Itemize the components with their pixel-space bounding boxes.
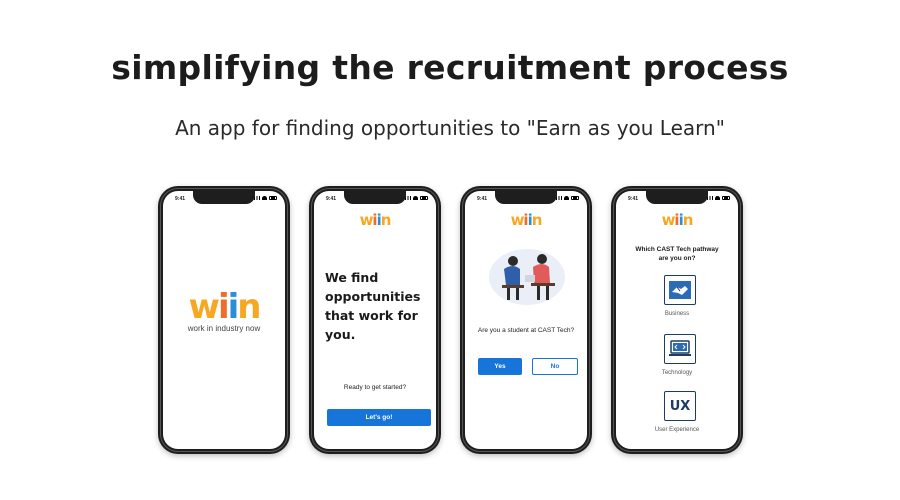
- students-illustration: [489, 249, 565, 305]
- pathway-label: User Experience: [654, 427, 700, 433]
- screen-intro: 9:41 wiin We find opportunities that wor…: [314, 191, 436, 449]
- wifi-icon: [262, 196, 267, 200]
- status-time: 9:41: [628, 196, 639, 202]
- hero-heading: We find opportunities that work for you.: [325, 270, 421, 342]
- battery-icon: [571, 196, 579, 200]
- logo-tagline: work in industry now: [187, 324, 261, 333]
- technology-pathway-button[interactable]: [664, 334, 696, 364]
- phone-student-question: 9:41 wiin Are you a student at CAST Tech…: [460, 186, 592, 454]
- screen-splash: 9:41 wiin work in industry now: [163, 191, 285, 449]
- yes-button[interactable]: Yes: [478, 358, 522, 375]
- wifi-icon: [413, 196, 418, 200]
- phone-pathway: 9:41 wiin Which CAST Tech pathway are yo…: [611, 186, 743, 454]
- laptop-code-icon: [669, 340, 691, 356]
- signal-icon: [707, 196, 713, 200]
- phone-notch: [193, 191, 255, 204]
- battery-icon: [722, 196, 730, 200]
- no-button[interactable]: No: [532, 358, 578, 375]
- screen-pathway: 9:41 wiin Which CAST Tech pathway are yo…: [616, 191, 738, 449]
- wiin-logo: wiin: [510, 211, 543, 229]
- student-question: Are you a student at CAST Tech?: [477, 327, 575, 334]
- pathway-label: Technology: [661, 370, 693, 376]
- phone-splash: 9:41 wiin work in industry now: [158, 186, 290, 454]
- wifi-icon: [564, 196, 569, 200]
- wiin-logo: wiin: [661, 211, 694, 229]
- pathway-question: Which CAST Tech pathway are you on?: [635, 246, 719, 262]
- signal-icon: [254, 196, 260, 200]
- subheadline: An app for finding opportunities to "Ear…: [175, 116, 725, 140]
- business-pathway-button[interactable]: [664, 275, 696, 305]
- phone-intro: 9:41 wiin We find opportunities that wor…: [309, 186, 441, 454]
- battery-icon: [420, 196, 428, 200]
- ready-prompt: Ready to get started?: [343, 384, 407, 391]
- status-time: 9:41: [326, 196, 337, 202]
- phone-notch: [495, 191, 557, 204]
- pathway-label: Business: [664, 311, 690, 317]
- phone-notch: [344, 191, 406, 204]
- battery-icon: [269, 196, 277, 200]
- lets-go-button[interactable]: Let's go!: [327, 409, 431, 426]
- signal-icon: [556, 196, 562, 200]
- screen-student-question: 9:41 wiin Are you a student at CAST Tech…: [465, 191, 587, 449]
- wiin-logo: wiin: [188, 287, 262, 327]
- ux-icon: UX: [669, 398, 691, 414]
- wifi-icon: [715, 196, 720, 200]
- handshake-icon: [669, 281, 691, 299]
- phone-notch: [646, 191, 708, 204]
- signal-icon: [405, 196, 411, 200]
- ux-pathway-button[interactable]: UX: [664, 391, 696, 421]
- status-time: 9:41: [477, 196, 488, 202]
- wiin-logo: wiin: [359, 211, 392, 229]
- status-time: 9:41: [175, 196, 186, 202]
- headline: simplifying the recruitment process: [111, 48, 789, 87]
